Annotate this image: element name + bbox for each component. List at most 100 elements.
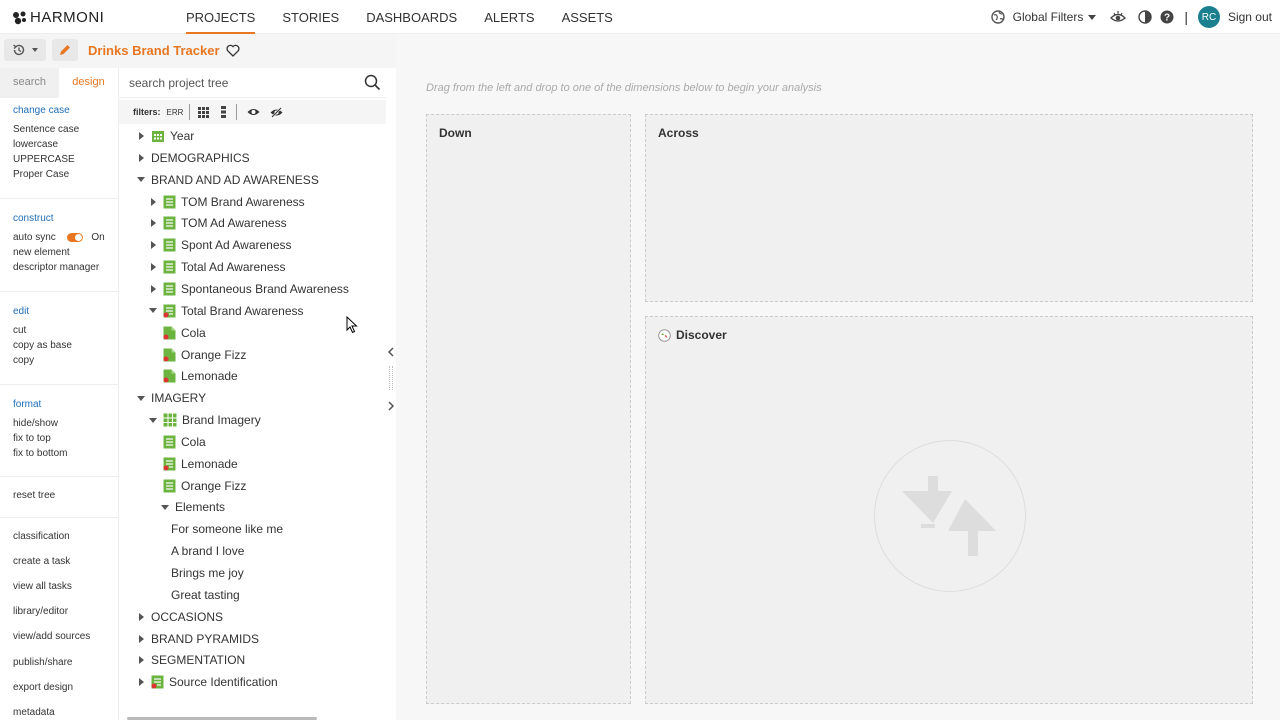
edit-heading[interactable]: edit [13,306,72,317]
caret-down-icon[interactable] [159,504,171,510]
tab-design[interactable]: design [59,68,118,98]
caret-right-icon[interactable] [135,132,147,140]
menu-hide-show[interactable]: hide/show [13,416,67,431]
menu-new-element[interactable]: new element [13,245,105,260]
tree-node-for-someone-like-me[interactable]: For someone like me [171,519,283,539]
caret-right-icon[interactable] [135,678,147,687]
nav-tab-assets[interactable]: ASSETS [562,0,613,34]
tree-node-brand-imagery[interactable]: Brand Imagery [147,410,261,430]
eye-hidden-icon[interactable] [270,106,283,118]
menu-cut[interactable]: cut [13,323,72,338]
tree-node-cola[interactable]: Cola [163,323,206,343]
menu-copy[interactable]: copy [13,353,72,368]
change-case-heading[interactable]: change case [13,105,79,116]
help-icon[interactable]: ? [1160,10,1174,24]
nav-tab-stories[interactable]: STORIES [282,0,339,34]
eye-spy-icon[interactable] [1110,10,1127,24]
menu-uppercase[interactable]: UPPERCASE [13,152,79,167]
search-icon[interactable] [364,74,381,91]
history-button[interactable] [4,39,46,61]
format-heading[interactable]: format [13,399,67,410]
nav-tab-projects[interactable]: PROJECTS [186,0,256,34]
menu-sentence-case[interactable]: Sentence case [13,122,79,137]
menu-library-editor[interactable]: library/editor [13,606,68,617]
global-filters-dropdown[interactable]: Global Filters [990,10,1097,24]
menu-reset-tree[interactable]: reset tree [13,490,55,501]
tree-node-great-tasting[interactable]: Great tasting [171,585,240,605]
tree-node-brings-me-joy[interactable]: Brings me joy [171,563,244,583]
tree-search-input[interactable] [129,74,349,92]
caret-right-icon[interactable] [147,284,159,293]
tree-node-segmentation[interactable]: SEGMENTATION [135,650,245,670]
chevron-right-icon[interactable] [387,401,395,411]
caret-right-icon[interactable] [147,219,159,228]
tree-node-imagery[interactable]: IMAGERY [135,388,206,408]
resize-handle[interactable] [389,366,393,390]
caret-down-icon[interactable] [135,177,147,183]
menu-export-design[interactable]: export design [13,682,73,693]
menu-descriptor-manager[interactable]: descriptor manager [13,260,105,275]
discover-drop-zone[interactable]: Discover [645,316,1253,704]
menu-publish-share[interactable]: publish/share [13,657,72,668]
caret-right-icon[interactable] [135,656,147,665]
menu-view-all-tasks[interactable]: view all tasks [13,581,72,592]
chevron-left-icon[interactable] [387,347,395,357]
grid-filter-icon[interactable] [198,106,210,118]
tree-node-demographics[interactable]: DEMOGRAPHICS [135,148,250,168]
menu-lowercase[interactable]: lowercase [13,137,79,152]
caret-right-icon[interactable] [147,241,159,250]
caret-right-icon[interactable] [135,153,147,162]
tree-node-occasions[interactable]: OCCASIONS [135,607,223,627]
tree-node-lemonade[interactable]: Lemonade [163,366,238,386]
tree-node-cola[interactable]: Cola [163,432,206,452]
nav-tab-alerts[interactable]: ALERTS [484,0,534,34]
menu-fix-to-top[interactable]: fix to top [13,431,67,446]
harmoni-logo[interactable]: HARMONI [12,9,104,26]
format-section: format hide/show fix to top fix to botto… [13,399,67,461]
tree-node-brand-and-ad-awareness[interactable]: BRAND AND AD AWARENESS [135,170,319,190]
down-drop-zone[interactable]: Down [426,114,631,704]
menu-view-add-sources[interactable]: view/add sources [13,631,90,642]
tree-node-total-ad-awareness[interactable]: Total Ad Awareness [147,257,286,277]
heart-icon[interactable] [226,44,240,57]
caret-right-icon[interactable] [135,634,147,643]
tree-node-total-brand-awareness[interactable]: Total Brand Awareness [147,301,304,321]
tree-node-a-brand-i-love[interactable]: A brand I love [171,541,244,561]
caret-down-icon[interactable] [135,395,147,401]
tree-node-tom-ad-awareness[interactable]: TOM Ad Awareness [147,213,287,233]
menu-proper-case[interactable]: Proper Case [13,167,79,182]
caret-right-icon[interactable] [135,612,147,621]
construct-heading[interactable]: construct [13,213,105,224]
caret-down-icon[interactable] [147,308,159,314]
menu-copy-as-base[interactable]: copy as base [13,338,72,353]
caret-right-icon[interactable] [147,263,159,272]
edit-project-button[interactable] [52,39,78,61]
caret-down-icon[interactable] [147,417,159,423]
filter-err-button[interactable]: ERR [167,108,184,117]
tree-node-orange-fizz[interactable]: Orange Fizz [163,476,246,496]
menu-fix-to-bottom[interactable]: fix to bottom [13,446,67,461]
sign-out-link[interactable]: Sign out [1228,10,1272,24]
tree-node-spont-ad-awareness[interactable]: Spont Ad Awareness [147,235,292,255]
tab-search[interactable]: search [0,68,59,98]
tree-node-source-identification[interactable]: Source Identification [135,672,278,692]
tree-node-spontaneous-brand-awareness[interactable]: Spontaneous Brand Awareness [147,279,349,299]
nav-tab-dashboards[interactable]: DASHBOARDS [366,0,457,34]
tree-node-lemonade[interactable]: Lemonade [163,454,238,474]
tree-node-elements[interactable]: Elements [159,497,225,517]
column-filter-icon[interactable] [221,106,227,118]
tree-node-year[interactable]: Year [135,126,194,146]
user-avatar[interactable]: RC [1197,6,1220,28]
eye-icon[interactable] [247,107,260,117]
tree-node-orange-fizz[interactable]: Orange Fizz [163,345,246,365]
tree-node-brand-pyramids[interactable]: BRAND PYRAMIDS [135,629,259,649]
contrast-icon[interactable] [1138,10,1153,24]
caret-right-icon[interactable] [147,197,159,206]
tree-node-tom-brand-awareness[interactable]: TOM Brand Awareness [147,192,305,212]
menu-classification[interactable]: classification [13,531,70,542]
auto-sync-toggle[interactable] [66,232,83,242]
menu-metadata[interactable]: metadata [13,707,55,718]
project-title[interactable]: Drinks Brand Tracker [88,43,240,58]
across-drop-zone[interactable]: Across [645,114,1253,302]
menu-create-task[interactable]: create a task [13,556,70,567]
